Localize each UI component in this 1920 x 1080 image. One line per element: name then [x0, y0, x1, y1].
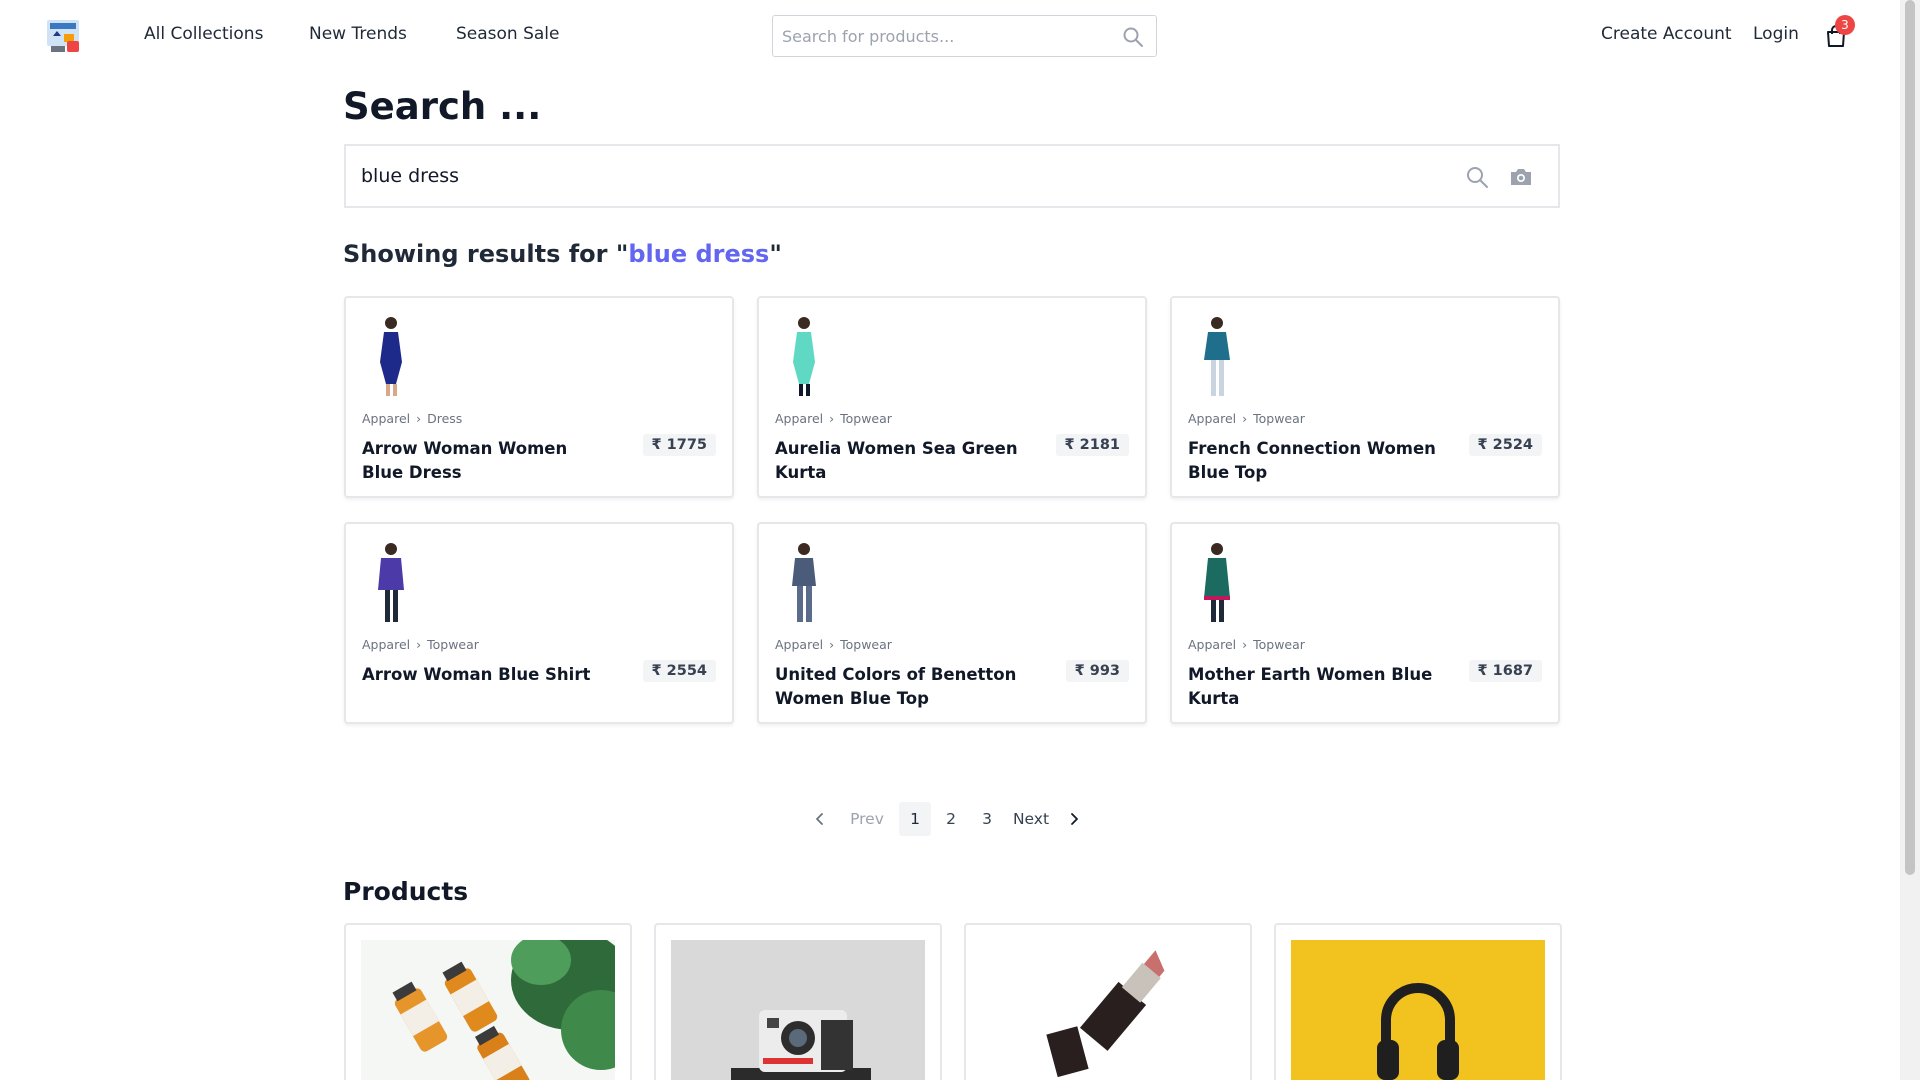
breadcrumb-category[interactable]: Apparel: [362, 411, 410, 426]
product-thumbnail: [362, 314, 420, 398]
chevron-right-icon: ›: [829, 411, 835, 426]
scrollbar-thumb[interactable]: [1905, 0, 1915, 875]
product-card[interactable]: [964, 923, 1252, 1080]
top-navigation: All Collections New Trends Season Sale C…: [0, 0, 1900, 72]
nav-link-all-collections[interactable]: All Collections: [144, 24, 263, 44]
product-thumbnail: [362, 540, 420, 624]
product-thumbnail: [775, 314, 833, 398]
breadcrumb: Apparel › Dress: [362, 411, 462, 426]
breadcrumb-subcategory[interactable]: Topwear: [1253, 411, 1305, 426]
product-thumbnail: [1188, 314, 1246, 398]
breadcrumb-subcategory[interactable]: Topwear: [1253, 637, 1305, 652]
prev-page-button[interactable]: Prev: [846, 802, 888, 836]
breadcrumb-category[interactable]: Apparel: [775, 411, 823, 426]
breadcrumb: Apparel › Topwear: [775, 411, 892, 426]
next-page-button[interactable]: Next: [1011, 802, 1051, 836]
product-name[interactable]: Arrow Woman Blue Shirt: [362, 663, 612, 687]
chevron-right-icon[interactable]: [1064, 802, 1084, 836]
price-badge: ₹ 993: [1065, 660, 1129, 682]
search-icon[interactable]: [1122, 26, 1144, 48]
breadcrumb-category[interactable]: Apparel: [775, 637, 823, 652]
breadcrumb-subcategory[interactable]: Topwear: [840, 637, 892, 652]
login-link[interactable]: Login: [1753, 24, 1799, 44]
headphones-image: [1291, 940, 1545, 1080]
cart-count-badge: 3: [1835, 15, 1855, 35]
product-card[interactable]: [1274, 923, 1562, 1080]
price-badge: ₹ 1687: [1468, 660, 1542, 682]
product-name[interactable]: Aurelia Women Sea Green Kurta: [775, 437, 1025, 485]
price-badge: ₹ 2181: [1055, 434, 1129, 456]
results-prefix: Showing results for ": [343, 240, 629, 268]
header-search-input[interactable]: [782, 16, 1112, 56]
chevron-right-icon: ›: [1242, 637, 1248, 652]
breadcrumb-category[interactable]: Apparel: [1188, 411, 1236, 426]
header-search-box: [772, 15, 1157, 57]
result-card[interactable]: Apparel › Topwear Arrow Woman Blue Shirt ₹…: [344, 522, 734, 724]
breadcrumb: Apparel › Topwear: [362, 637, 479, 652]
chevron-right-icon: ›: [829, 637, 835, 652]
store-logo[interactable]: [47, 20, 79, 52]
nav-link-season-sale[interactable]: Season Sale: [456, 24, 560, 44]
create-account-link[interactable]: Create Account: [1601, 24, 1732, 44]
result-card[interactable]: Apparel › Topwear French Connection Women …: [1170, 296, 1560, 498]
nav-link-new-trends[interactable]: New Trends: [309, 24, 407, 44]
product-thumbnail: [775, 540, 833, 624]
results-query: blue dress: [628, 240, 770, 268]
breadcrumb: Apparel › Topwear: [775, 637, 892, 652]
product-name[interactable]: French Connection Women Blue Top: [1188, 437, 1438, 485]
results-heading: Showing results for "blue dress": [343, 240, 782, 268]
chevron-left-icon[interactable]: [810, 802, 830, 836]
result-card[interactable]: Apparel › Dress Arrow Woman Women Blue Dre…: [344, 296, 734, 498]
product-name[interactable]: Arrow Woman Women Blue Dress: [362, 437, 612, 485]
page-button-1[interactable]: 1: [899, 802, 931, 836]
page-scrollbar[interactable]: [1900, 0, 1920, 1080]
results-suffix: ": [769, 240, 782, 268]
main-search-input[interactable]: [361, 146, 1441, 206]
result-card[interactable]: Apparel › Topwear United Colors of Benetto…: [757, 522, 1147, 724]
juice-bottles-image: [361, 940, 615, 1080]
page-button-3[interactable]: 3: [971, 802, 1003, 836]
main-search-box: [344, 144, 1560, 208]
page-button-2[interactable]: 2: [935, 802, 967, 836]
breadcrumb-subcategory[interactable]: Topwear: [427, 637, 479, 652]
search-icon[interactable]: [1465, 165, 1489, 189]
camera-icon[interactable]: [1509, 165, 1533, 189]
breadcrumb-category[interactable]: Apparel: [362, 637, 410, 652]
price-badge: ₹ 1775: [642, 434, 716, 456]
page-title: Search ...: [343, 85, 542, 128]
chevron-right-icon: ›: [1242, 411, 1248, 426]
product-name[interactable]: United Colors of Benetton Women Blue Top: [775, 663, 1025, 711]
result-card[interactable]: Apparel › Topwear Aurelia Women Sea Green …: [757, 296, 1147, 498]
product-name[interactable]: Mother Earth Women Blue Kurta: [1188, 663, 1438, 711]
lipstick-image: [981, 940, 1235, 1080]
price-badge: ₹ 2554: [642, 660, 716, 682]
breadcrumb: Apparel › Topwear: [1188, 637, 1305, 652]
breadcrumb-category[interactable]: Apparel: [1188, 637, 1236, 652]
price-badge: ₹ 2524: [1468, 434, 1542, 456]
products-heading: Products: [343, 877, 469, 906]
result-card[interactable]: Apparel › Topwear Mother Earth Women Blue …: [1170, 522, 1560, 724]
product-card[interactable]: [654, 923, 942, 1080]
instant-camera-image: [671, 940, 925, 1080]
breadcrumb-subcategory[interactable]: Topwear: [840, 411, 892, 426]
product-card[interactable]: [344, 923, 632, 1080]
breadcrumb-subcategory[interactable]: Dress: [427, 411, 462, 426]
chevron-right-icon: ›: [416, 637, 422, 652]
product-thumbnail: [1188, 540, 1246, 624]
chevron-right-icon: ›: [416, 411, 422, 426]
breadcrumb: Apparel › Topwear: [1188, 411, 1305, 426]
